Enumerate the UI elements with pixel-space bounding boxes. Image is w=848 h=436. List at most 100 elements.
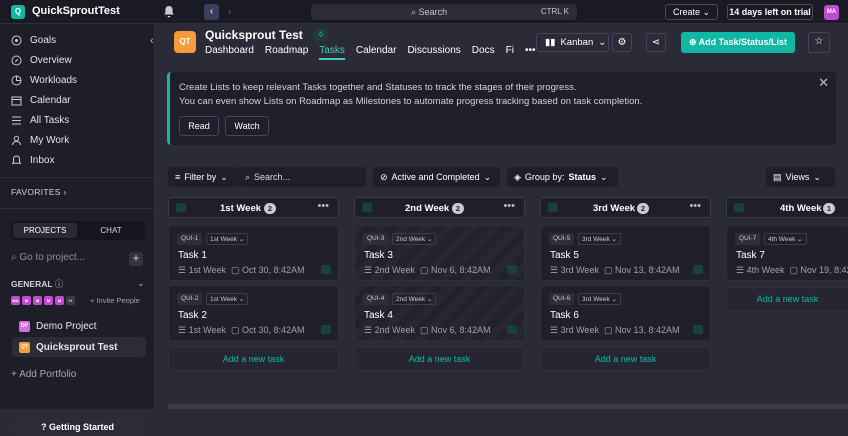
- add-portfolio-link[interactable]: + Add Portfolio: [11, 369, 76, 380]
- task-card[interactable]: QUI-5 3rd Week ⌄ Task 5 ☰ 3rd Week ▢ Nov…: [540, 225, 711, 281]
- general-section[interactable]: GENERAL ⓘ: [11, 278, 63, 290]
- views-button[interactable]: ▤ Views ⌄: [766, 167, 835, 187]
- member-avatar[interactable]: M: [22, 296, 31, 305]
- assign-icon[interactable]: [693, 325, 703, 334]
- settings-icon[interactable]: ⚙: [612, 33, 632, 52]
- column-header[interactable]: 4th Week 1: [726, 197, 848, 218]
- filter-by-button[interactable]: ≡ Filter by ⌄: [168, 167, 238, 187]
- close-icon[interactable]: ✕: [818, 75, 829, 91]
- column-header[interactable]: 1st Week 2 •••: [168, 197, 339, 218]
- create-button[interactable]: Create ⌄: [665, 4, 718, 20]
- add-task-link[interactable]: Add a new task: [168, 347, 339, 371]
- task-card[interactable]: QUI-7 4th Week ⌄ Task 7 ☰ 4th Week ▢ Nov…: [726, 225, 848, 281]
- assign-icon[interactable]: [321, 325, 331, 334]
- global-search[interactable]: ⌕ Search CTRL K: [311, 4, 577, 20]
- more-icon[interactable]: •••: [503, 200, 515, 212]
- bell-icon[interactable]: [163, 5, 175, 18]
- assign-icon[interactable]: [693, 265, 703, 274]
- list-tag[interactable]: 2nd Week ⌄: [392, 233, 437, 245]
- list-tag[interactable]: 1st Week ⌄: [206, 233, 249, 245]
- member-avatar[interactable]: M: [44, 296, 53, 305]
- watch-button[interactable]: Watch: [225, 116, 269, 136]
- list-tag[interactable]: 3rd Week ⌄: [578, 233, 621, 245]
- back-button[interactable]: ‹: [204, 4, 219, 20]
- project-avatar: QT: [174, 31, 196, 53]
- task-card[interactable]: QUI-3 2nd Week ⌄ Task 3 ☰ 2nd Week ▢ Nov…: [354, 225, 525, 281]
- member-avatar[interactable]: M: [33, 296, 42, 305]
- sidebar-item-my-work[interactable]: My Work: [11, 132, 69, 148]
- assign-icon[interactable]: [507, 265, 517, 274]
- more-members-badge[interactable]: +1: [66, 296, 75, 305]
- add-project-button[interactable]: +: [129, 252, 143, 266]
- list-tag[interactable]: 4th Week ⌄: [764, 233, 807, 245]
- list-tag[interactable]: 1st Week ⌄: [206, 293, 249, 305]
- sidebar-item-overview[interactable]: Overview: [11, 52, 72, 68]
- project-search-input[interactable]: ⌕ Go to project...: [11, 252, 85, 263]
- tab-tasks[interactable]: Tasks: [319, 45, 345, 60]
- more-icon[interactable]: •••: [317, 200, 329, 212]
- project-icon: DP: [19, 320, 30, 332]
- tab-files[interactable]: Fi: [506, 45, 514, 56]
- share-icon[interactable]: ⋖: [646, 33, 666, 52]
- more-icon[interactable]: •••: [689, 200, 701, 212]
- page-title[interactable]: Quicksprout Test: [205, 28, 303, 42]
- invite-people-link[interactable]: + Invite People: [90, 296, 140, 305]
- task-search-input[interactable]: ⌕ Search...: [238, 167, 366, 187]
- read-button[interactable]: Read: [179, 116, 219, 136]
- project-quicksprout-test[interactable]: QT Quicksprout Test: [12, 337, 146, 357]
- tab-chat[interactable]: CHAT: [79, 223, 143, 238]
- list-tag[interactable]: 2nd Week ⌄: [392, 293, 437, 305]
- getting-started-button[interactable]: ? Getting Started: [11, 418, 144, 436]
- horizontal-scrollbar[interactable]: [168, 404, 848, 409]
- kanban-icon: ▮▮: [545, 37, 556, 48]
- calendar-icon: ▢: [603, 325, 613, 335]
- tab-roadmap[interactable]: Roadmap: [265, 45, 308, 56]
- member-avatar[interactable]: M: [55, 296, 64, 305]
- project-demo[interactable]: DP Demo Project: [19, 316, 97, 336]
- tab-discussions[interactable]: Discussions: [407, 45, 460, 56]
- workspace-logo[interactable]: Q: [11, 5, 25, 19]
- sidebar-item-inbox[interactable]: Inbox: [11, 152, 54, 168]
- task-card[interactable]: QUI-6 3rd Week ⌄ Task 6 ☰ 3rd Week ▢ Nov…: [540, 285, 711, 341]
- sidebar-item-workloads[interactable]: Workloads: [11, 72, 77, 88]
- info-icon: ⓘ: [54, 279, 64, 289]
- add-task-link[interactable]: Add a new task: [354, 347, 525, 371]
- column-header[interactable]: 3rd Week 2 •••: [540, 197, 711, 218]
- chevron-down-icon[interactable]: ⌄: [137, 278, 145, 289]
- task-card[interactable]: QUI-2 1st Week ⌄ Task 2 ☰ 1st Week ▢ Oct…: [168, 285, 339, 341]
- status-filter-button[interactable]: ⊘ Active and Completed ⌄: [373, 167, 500, 187]
- assign-icon[interactable]: [507, 325, 517, 334]
- more-tabs-button[interactable]: •••: [525, 45, 536, 56]
- workload-icon: [11, 75, 22, 85]
- trial-button[interactable]: 14 days left on trial: [727, 4, 813, 20]
- sidebar-item-goals[interactable]: Goals: [11, 32, 56, 48]
- assign-icon[interactable]: [321, 265, 331, 274]
- add-task-link[interactable]: Add a new task: [726, 287, 848, 311]
- pin-icon[interactable]: ◊: [314, 29, 328, 41]
- member-avatar[interactable]: MA: [11, 296, 20, 305]
- star-icon[interactable]: ☆: [808, 32, 830, 53]
- favorites-toggle[interactable]: FAVORITES ›: [11, 187, 67, 197]
- views-icon: ▤: [773, 171, 782, 182]
- workspace-name[interactable]: QuickSproutTest: [32, 5, 120, 17]
- tab-docs[interactable]: Docs: [472, 45, 495, 56]
- task-card[interactable]: QUI-4 2nd Week ⌄ Task 4 ☰ 2nd Week ▢ Nov…: [354, 285, 525, 341]
- tab-projects[interactable]: PROJECTS: [13, 223, 77, 238]
- collapse-sidebar-icon[interactable]: ‹: [150, 35, 154, 47]
- tab-calendar[interactable]: Calendar: [356, 45, 397, 56]
- column-header[interactable]: 2nd Week 2 •••: [354, 197, 525, 218]
- tasks-icon: [12, 116, 21, 124]
- add-task-button[interactable]: ⊕ Add Task/Status/List: [681, 32, 795, 53]
- add-task-link[interactable]: Add a new task: [540, 347, 711, 371]
- forward-button[interactable]: ›: [222, 4, 237, 20]
- view-selector[interactable]: ▮▮ Kanban ⌄: [536, 33, 609, 52]
- sidebar-item-calendar[interactable]: Calendar: [11, 92, 71, 108]
- chevron-down-icon[interactable]: ⌄: [114, 5, 122, 16]
- user-icon: [12, 135, 21, 145]
- user-avatar[interactable]: MA: [824, 5, 839, 20]
- tab-dashboard[interactable]: Dashboard: [205, 45, 254, 56]
- group-by-button[interactable]: ◈ Group by: Status ⌄: [507, 167, 618, 187]
- sidebar-item-all-tasks[interactable]: All Tasks: [11, 112, 69, 128]
- task-card[interactable]: QUI-1 1st Week ⌄ Task 1 ☰ 1st Week ▢ Oct…: [168, 225, 339, 281]
- list-tag[interactable]: 3rd Week ⌄: [578, 293, 621, 305]
